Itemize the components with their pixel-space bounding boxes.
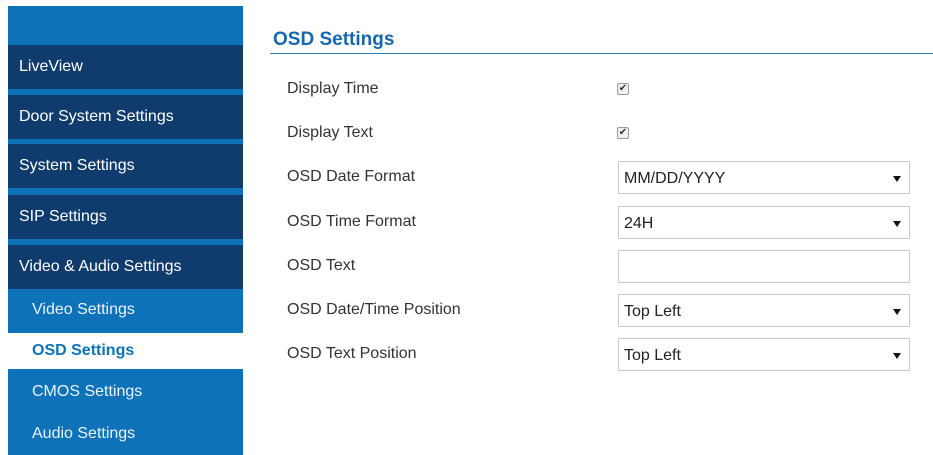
sidebar-item-door-system-settings[interactable]: Door System Settings [8,95,243,139]
page-title: OSD Settings [273,29,395,50]
osd-date-format-value: MM/DD/YYYY [624,170,726,187]
osd-text-label: OSD Text [287,257,356,274]
osd-text-input[interactable] [618,250,910,283]
osd-date-format-label: OSD Date Format [287,168,416,185]
check-icon: ✔ [618,83,628,94]
osd-time-format-value: 24H [624,215,654,232]
osd-datetime-position-select[interactable]: Top Left [618,294,910,327]
sidebar: LiveView Door System Settings System Set… [8,6,243,455]
sidebar-item-liveview[interactable]: LiveView [8,45,243,89]
display-time-label: Display Time [287,80,379,97]
chevron-down-icon [893,221,901,227]
check-icon: ✔ [618,127,628,138]
sidebar-item-video-audio-settings[interactable]: Video & Audio Settings [8,245,243,289]
osd-date-format-select[interactable]: MM/DD/YYYY [618,161,910,194]
osd-text-position-select[interactable]: Top Left [618,338,910,371]
sidebar-subitem-osd-settings[interactable]: OSD Settings [8,333,243,369]
sidebar-subitem-audio-settings[interactable]: Audio Settings [8,416,243,452]
display-time-checkbox[interactable]: ✔ [617,83,629,95]
osd-datetime-position-value: Top Left [624,303,681,320]
sidebar-subitem-cmos-settings[interactable]: CMOS Settings [8,374,243,410]
sidebar-subitem-video-settings[interactable]: Video Settings [8,292,243,328]
sidebar-item-sip-settings[interactable]: SIP Settings [8,195,243,239]
chevron-down-icon [893,176,901,182]
osd-text-position-value: Top Left [624,347,681,364]
sidebar-item-system-settings[interactable]: System Settings [8,144,243,188]
osd-text-position-label: OSD Text Position [287,345,417,362]
main-panel: OSD Settings Display Time ✔ Display Text… [244,0,933,455]
osd-datetime-position-label: OSD Date/Time Position [287,301,461,318]
chevron-down-icon [893,309,901,315]
display-text-checkbox[interactable]: ✔ [617,127,629,139]
chevron-down-icon [893,353,901,359]
osd-time-format-label: OSD Time Format [287,213,416,230]
title-divider [270,53,933,54]
display-text-label: Display Text [287,124,373,141]
osd-time-format-select[interactable]: 24H [618,206,910,239]
